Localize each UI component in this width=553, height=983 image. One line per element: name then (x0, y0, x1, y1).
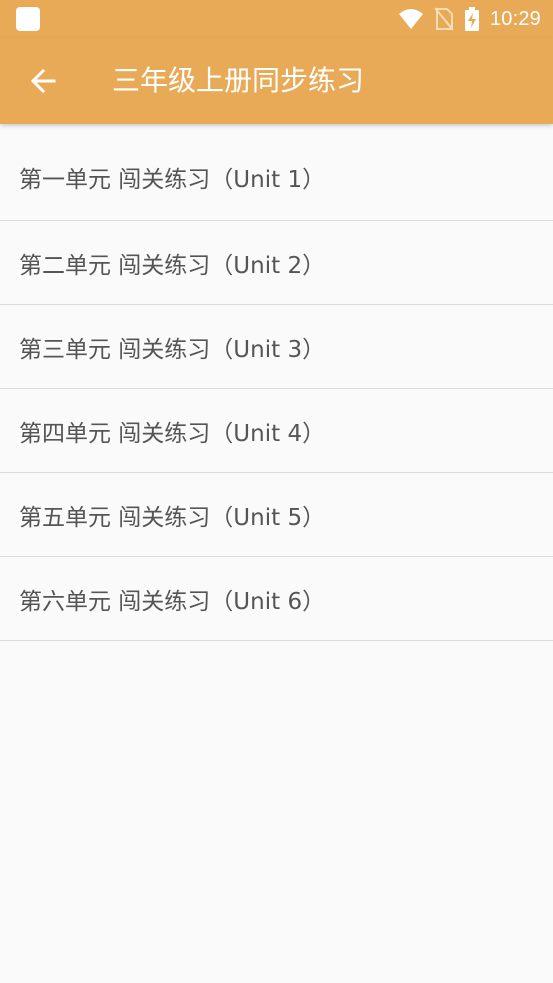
list-item-label: 第一单元 闯关练习（Unit 1） (19, 167, 326, 193)
status-bar: 10:29 (0, 0, 553, 38)
no-sim-icon (434, 7, 454, 31)
page-title: 三年级上册同步练习 (112, 64, 365, 97)
list-item-label: 第四单元 闯关练习（Unit 4） (19, 420, 326, 447)
list-item-unit-6[interactable]: 第六单元 闯关练习（Unit 6） (0, 557, 553, 641)
wifi-icon (398, 9, 423, 29)
list-item-unit-1[interactable]: 第一单元 闯关练习（Unit 1） (0, 134, 553, 221)
list-item-label: 第二单元 闯关练习（Unit 2） (19, 252, 326, 279)
list-item-unit-3[interactable]: 第三单元 闯关练习（Unit 3） (0, 305, 553, 389)
unit-list: 第一单元 闯关练习（Unit 1） 第二单元 闯关练习（Unit 2） 第三单元… (0, 134, 553, 641)
list-item-label: 第三单元 闯关练习（Unit 3） (19, 336, 326, 363)
status-icons: 10:29 (398, 6, 541, 32)
list-item-label: 第五单元 闯关练习（Unit 5） (19, 504, 326, 531)
list-item-unit-5[interactable]: 第五单元 闯关练习（Unit 5） (0, 473, 553, 557)
back-button[interactable] (18, 56, 68, 106)
list-item-unit-4[interactable]: 第四单元 闯关练习（Unit 4） (0, 389, 553, 473)
app-bar: 三年级上册同步练习 (0, 38, 553, 124)
list-item-label: 第六单元 闯关练习（Unit 6） (19, 588, 326, 615)
notification-icon (16, 7, 40, 31)
battery-charging-icon (464, 7, 479, 31)
arrow-left-icon (30, 68, 56, 94)
list-item-unit-2[interactable]: 第二单元 闯关练习（Unit 2） (0, 221, 553, 305)
status-time: 10:29 (489, 7, 541, 30)
